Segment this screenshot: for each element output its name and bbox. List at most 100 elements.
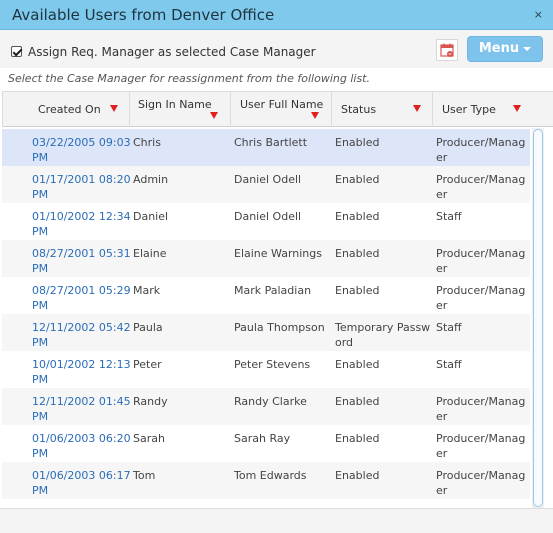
status-cell: Enabled — [335, 357, 379, 372]
created-on-cell: 01/10/2002 12:34 PM — [32, 209, 131, 239]
calendar-export-icon[interactable] — [436, 39, 458, 61]
sign-in-name-cell-line: Elaine — [133, 247, 167, 260]
filter-icon[interactable] — [210, 112, 218, 119]
user-type-cell-line: Producer/Manag — [436, 247, 526, 260]
full-name-cell-line: Mark Paladian — [234, 284, 312, 297]
full-name-cell-line: Chris Bartlett — [234, 136, 308, 149]
vertical-scrollbar[interactable] — [532, 128, 544, 508]
sign-in-name-cell-line: Daniel — [133, 210, 169, 223]
status-cell-line: Enabled — [335, 469, 380, 482]
table-row[interactable]: 01/17/2001 08:20 PM Admin Daniel Odell Enabl… — [2, 166, 530, 203]
created-on-cell: 01/17/2001 08:20 PM — [32, 172, 131, 202]
grid-header: Created On Sign In Name User Full Name S… — [2, 91, 531, 127]
created-on-cell-line: 12/11/2002 01:45 — [32, 395, 131, 408]
created-on-cell-line: 01/17/2001 08:20 — [32, 173, 131, 186]
status-cell: Enabled — [335, 468, 379, 483]
sign-in-name-cell-line: Paula — [133, 321, 163, 334]
table-row[interactable]: 08/27/2001 05:31 PM Elaine Elaine Warnings E… — [2, 240, 530, 277]
sign-in-name-cell: Sarah — [133, 431, 165, 446]
filter-icon[interactable] — [311, 112, 319, 119]
sign-in-name-cell: Admin — [133, 172, 168, 187]
chevron-down-icon — [523, 46, 532, 51]
created-on-cell-line: PM — [32, 151, 49, 164]
table-row[interactable]: 12/11/2002 01:45 PM Randy Randy Clarke Enabl… — [2, 388, 530, 425]
created-on-cell-line: 08/27/2001 05:31 — [32, 247, 131, 260]
full-name-cell-line: Randy Clarke — [234, 395, 307, 408]
user-type-cell-line: Producer/Manag — [436, 284, 526, 297]
created-on-cell: 01/06/2003 06:17 PM — [32, 468, 131, 498]
full-name-cell-line: Paula Thompson — [234, 321, 325, 334]
column-header-user-type[interactable]: User Type — [432, 92, 531, 127]
filter-icon[interactable] — [513, 105, 521, 112]
scrollbar-thumb[interactable] — [533, 129, 543, 507]
full-name-cell-line: Sarah Ray — [234, 432, 291, 445]
sign-in-name-cell: Elaine — [133, 246, 167, 261]
user-type-cell-line: er — [436, 188, 448, 201]
created-on-cell: 12/11/2002 05:42 PM — [32, 320, 131, 350]
column-header-status[interactable]: Status — [331, 92, 432, 127]
menu-button[interactable]: Menu — [467, 36, 543, 62]
column-header-label: Created On — [38, 103, 101, 116]
created-on-cell-line: PM — [32, 225, 49, 238]
close-icon[interactable]: × — [534, 8, 543, 21]
status-cell-line: Enabled — [335, 432, 380, 445]
full-name-cell: Sarah Ray — [234, 431, 290, 446]
table-row[interactable]: 01/10/2002 12:34 PM Daniel Daniel Odell Enab… — [2, 203, 530, 240]
assign-manager-checkbox[interactable] — [11, 46, 22, 57]
user-type-cell-line: er — [436, 299, 448, 312]
sign-in-name-cell: Paula — [133, 320, 163, 335]
user-type-cell-line: er — [436, 262, 448, 275]
status-cell: Enabled — [335, 283, 379, 298]
created-on-cell-line: PM — [32, 484, 49, 497]
user-type-cell-line: Producer/Manag — [436, 136, 526, 149]
user-type-cell: Staff — [436, 357, 462, 372]
sign-in-name-cell: Mark — [133, 283, 160, 298]
full-name-cell: Paula Thompson — [234, 320, 325, 335]
user-type-cell-line: Producer/Manag — [436, 395, 526, 408]
filter-icon[interactable] — [110, 105, 118, 112]
status-cell-line: Enabled — [335, 136, 380, 149]
dialog-footer — [0, 508, 553, 533]
table-row[interactable]: 10/01/2002 12:13 PM Peter Peter Stevens Enab… — [2, 351, 530, 388]
sign-in-name-cell-line: Sarah — [133, 432, 165, 445]
table-row[interactable]: 08/27/2001 05:29 PM Mark Mark Paladian Enabl… — [2, 277, 530, 314]
table-row[interactable]: 01/06/2003 06:17 PM Tom Tom Edwards Enabled P… — [2, 462, 530, 499]
table-row[interactable]: 03/22/2005 09:03 PM Chris Chris Bartlett Ena… — [2, 129, 530, 166]
sign-in-name-cell: Daniel — [133, 209, 168, 224]
created-on-cell-line: 12/11/2002 05:42 — [32, 321, 131, 334]
created-on-cell-line: 01/10/2002 12:34 — [32, 210, 131, 223]
created-on-cell-line: PM — [32, 336, 49, 349]
filter-icon[interactable] — [413, 105, 421, 112]
user-type-cell: Staff — [436, 320, 462, 335]
full-name-cell-line: Daniel Odell — [234, 173, 302, 186]
column-header-user-full-name[interactable]: User Full Name — [230, 92, 331, 127]
user-type-cell: Producer/Manag er — [436, 431, 525, 461]
user-type-cell-line: Producer/Manag — [436, 469, 526, 482]
status-cell-line: ord — [335, 336, 354, 349]
sign-in-name-cell-line: Admin — [133, 173, 169, 186]
user-type-cell-line: er — [436, 447, 448, 460]
status-cell-line: Enabled — [335, 284, 380, 297]
column-header-created-on[interactable]: Created On — [2, 92, 129, 127]
column-header-sign-in-name[interactable]: Sign In Name — [129, 92, 230, 127]
status-cell: Enabled — [335, 394, 379, 409]
user-type-cell-line: Producer/Manag — [436, 173, 526, 186]
sign-in-name-cell-line: Mark — [133, 284, 161, 297]
full-name-cell: Elaine Warnings — [234, 246, 322, 261]
instruction-text: Select the Case Manager for reassignment… — [8, 72, 370, 85]
sign-in-name-cell-line: Chris — [133, 136, 161, 149]
status-cell-line: Enabled — [335, 173, 380, 186]
sign-in-name-cell-line: Randy — [133, 395, 168, 408]
user-type-cell: Staff — [436, 209, 462, 224]
created-on-cell-line: 01/06/2003 06:17 — [32, 469, 131, 482]
sign-in-name-cell: Chris — [133, 135, 161, 150]
table-row[interactable]: 12/11/2002 05:42 PM Paula Paula Thompson Tem… — [2, 314, 530, 351]
status-cell-line: Enabled — [335, 395, 380, 408]
user-type-cell-line: Staff — [436, 321, 462, 334]
user-type-cell-line: er — [436, 151, 448, 164]
created-on-cell: 08/27/2001 05:29 PM — [32, 283, 131, 313]
created-on-cell-line: PM — [32, 262, 49, 275]
sign-in-name-cell-line: Peter — [133, 358, 162, 371]
status-cell: Enabled — [335, 172, 379, 187]
table-row[interactable]: 01/06/2003 06:20 PM Sarah Sarah Ray Enabled P… — [2, 425, 530, 462]
